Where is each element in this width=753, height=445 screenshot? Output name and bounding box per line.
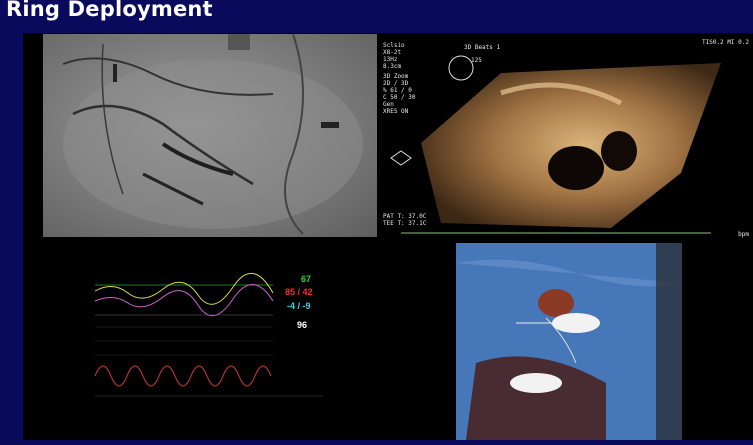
hemodynamic-monitor: 67 85 / 42 -4 / -9 96 [83,271,335,405]
echo-mi: MI 0.2 [727,39,749,46]
echo-tee-temp: TEE T: 37.1C [383,220,427,227]
procedure-photo-drawing [456,243,682,440]
fluoroscopy-image [43,34,377,237]
echo-rate: 13Hz [383,56,398,63]
echo-tis: TIS0.2 [702,39,724,46]
echo-brand: Sclsio [383,42,405,49]
heart-rate-value: 67 [301,274,312,284]
slide-title: Ring Deployment [6,0,213,21]
echo-zoom-line: % 61 / 0 [383,87,412,94]
echo-zoom-title: 3D Zoom [383,73,409,80]
echo-depth: 8.3cm [383,63,402,70]
fluoroscopy-drawing [62,34,363,235]
echo-mode: 3D Beats 1 [464,44,501,51]
spo2-value: 96 [297,320,308,330]
echo-zoom-line: XRES ON [383,108,409,115]
echo-zoom-line: C 50 / 30 [383,94,416,101]
echo-3d-image: Sclsio X8-2t 13Hz 8.3cm 3D Zoom 2D / 3D … [381,33,753,243]
media-grid: Sclsio X8-2t 13Hz 8.3cm 3D Zoom 2D / 3D … [23,33,753,440]
arterial-pressure-value: 85 / 42 [285,287,313,297]
echo-3d-render [390,55,721,234]
echo-zoom-line: Gen [383,101,394,108]
pa-pressure-value: -4 / -9 [287,301,311,311]
echo-zoom-line: 2D / 3D [383,80,409,87]
echo-probe: X8-2t [383,49,402,56]
echo-bpm: bpm [738,231,749,238]
echo-angle: 125 [471,57,482,64]
echo-pat-temp: PAT T: 37.0C [383,213,427,220]
procedure-photo [456,243,682,440]
